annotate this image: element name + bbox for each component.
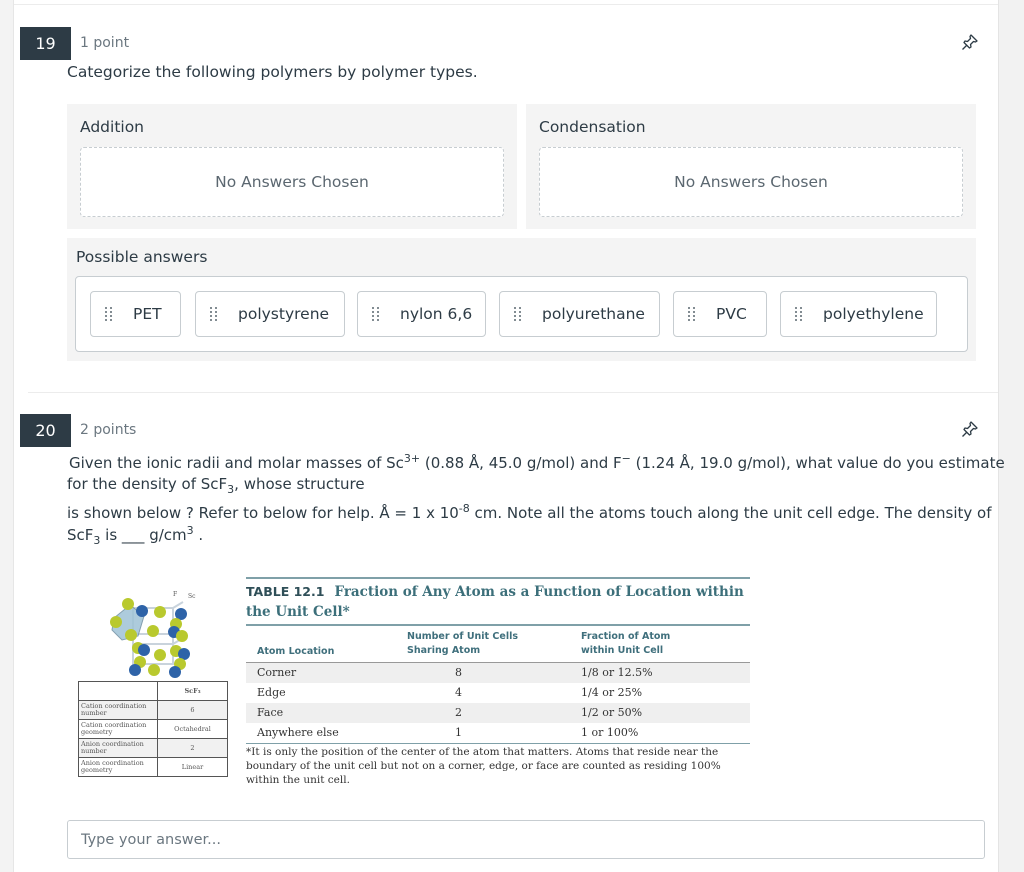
- answer-chip-label: nylon 6,6: [400, 305, 473, 323]
- drag-grip-icon[interactable]: [688, 307, 696, 321]
- table-footnote: *It is only the position of the center o…: [246, 746, 721, 786]
- scandium-atom: [129, 664, 141, 676]
- table-rule: [246, 577, 750, 579]
- scf3-structure-figure: F Sc ScF₃ Cation coordination number 6 Ca…: [78, 588, 228, 778]
- category-addition: Addition No Answers Chosen: [67, 104, 517, 229]
- question-prompt: Categorize the following polymers by pol…: [67, 63, 478, 81]
- question-number-badge: 20: [20, 414, 71, 447]
- mini-table-cell: Cation coordination number: [78, 700, 158, 720]
- category-condensation: Condensation No Answers Chosen: [526, 104, 976, 229]
- answer-chip-polyethylene[interactable]: polyethylene: [780, 291, 937, 337]
- possible-answers-label: Possible answers: [76, 248, 208, 266]
- right-gutter: [998, 0, 1024, 872]
- question-prompt-line-2: for the density of ScF3, whose structure: [67, 475, 365, 496]
- fluorine-atom: [154, 606, 166, 618]
- mini-table-cell: Octahedral: [157, 719, 228, 739]
- reference-table-header: Atom Location Number of Unit Cells Shari…: [246, 626, 750, 662]
- drop-zone-condensation[interactable]: No Answers Chosen: [539, 147, 963, 217]
- column-header: Sharing Atom: [407, 644, 481, 656]
- answer-chip-label: PET: [133, 305, 162, 323]
- column-header: within Unit Cell: [581, 644, 664, 656]
- question-points: 2 points: [80, 422, 137, 438]
- drop-zone-addition[interactable]: No Answers Chosen: [80, 147, 504, 217]
- left-gutter: [0, 0, 14, 872]
- table-row: Face 2 1/2 or 50%: [246, 702, 750, 723]
- answer-chip-label: polyethylene: [823, 305, 924, 323]
- answer-chip-label: polystyrene: [238, 305, 330, 323]
- column-header: Number of Unit Cells: [407, 630, 518, 642]
- fluorine-atom: [154, 649, 166, 661]
- question-points: 1 point: [80, 35, 130, 51]
- answer-chip-pet[interactable]: PET: [90, 291, 181, 337]
- question-prompt-line-3: is shown below ? Refer to below for help…: [67, 502, 992, 522]
- fluorine-atom: [125, 629, 137, 641]
- answer-chip-polyurethane[interactable]: polyurethane: [499, 291, 660, 337]
- scandium-atom: [138, 644, 150, 656]
- question-prompt-line-1: Given the ionic radii and molar masses o…: [69, 452, 1005, 472]
- answer-pool[interactable]: PET polystyrene nylon 6,6 polyurethane P…: [75, 276, 968, 352]
- crystal-structure-image: F Sc: [110, 591, 196, 678]
- answer-chip-label: polyurethane: [542, 305, 645, 323]
- label-f: F: [173, 591, 177, 598]
- category-title: Condensation: [539, 118, 646, 136]
- answer-chip-pvc[interactable]: PVC: [673, 291, 767, 337]
- reference-table-title: TABLE 12.1 Fraction of Any Atom as a Func…: [246, 584, 744, 620]
- mini-table-cell: Anion coordination geometry: [78, 757, 158, 777]
- mini-table-cell: Anion coordination number: [78, 738, 158, 758]
- question-divider: [28, 392, 998, 393]
- divider: [14, 4, 998, 5]
- mini-table-cell: 6: [157, 700, 228, 720]
- coordination-table: ScF₃ Cation coordination number 6 Cation …: [78, 681, 228, 777]
- question-prompt-line-4: ScF3 is ___ g/cm3 .: [67, 524, 204, 547]
- pushpin-icon[interactable]: [960, 419, 980, 439]
- scandium-atom: [136, 605, 148, 617]
- answer-chip-polystyrene[interactable]: polystyrene: [195, 291, 345, 337]
- fluorine-atom: [122, 598, 134, 610]
- scandium-atom: [169, 666, 181, 678]
- mini-table-cell: 2: [157, 738, 228, 758]
- drag-grip-icon[interactable]: [105, 307, 113, 321]
- answer-chip-nylon-6-6[interactable]: nylon 6,6: [357, 291, 486, 337]
- drag-grip-icon[interactable]: [372, 307, 380, 321]
- drag-grip-icon[interactable]: [795, 307, 803, 321]
- label-sc: Sc: [188, 593, 196, 600]
- drag-grip-icon[interactable]: [210, 307, 218, 321]
- fluorine-atom: [147, 625, 159, 637]
- table-row: Anywhere else 1 1 or 100%: [257, 725, 639, 739]
- answer-chip-label: PVC: [716, 305, 747, 323]
- mini-table-cell: Cation coordination geometry: [78, 719, 158, 739]
- column-header: Atom Location: [257, 645, 335, 657]
- fluorine-atom: [148, 664, 160, 676]
- column-header: Fraction of Atom: [581, 630, 671, 642]
- reference-table-12-1: TABLE 12.1 Fraction of Any Atom as a Func…: [246, 574, 750, 787]
- table-rule: [246, 742, 750, 744]
- table-row: Corner 8 1/8 or 12.5%: [246, 662, 750, 683]
- table-row: Edge 4 1/4 or 25%: [257, 685, 643, 699]
- mini-table-header-cell: [78, 681, 158, 701]
- pushpin-icon[interactable]: [960, 32, 980, 52]
- drag-grip-icon[interactable]: [514, 307, 522, 321]
- mini-table-header-cell: ScF₃: [157, 681, 228, 701]
- possible-answers-section: Possible answers PET polystyrene nylon 6…: [67, 238, 976, 361]
- mini-table-cell: Linear: [157, 757, 228, 777]
- question-number-badge: 19: [20, 27, 71, 60]
- fluorine-atom: [176, 630, 188, 642]
- category-title: Addition: [80, 118, 145, 136]
- answer-input[interactable]: [67, 820, 985, 859]
- fluorine-atom: [110, 616, 122, 628]
